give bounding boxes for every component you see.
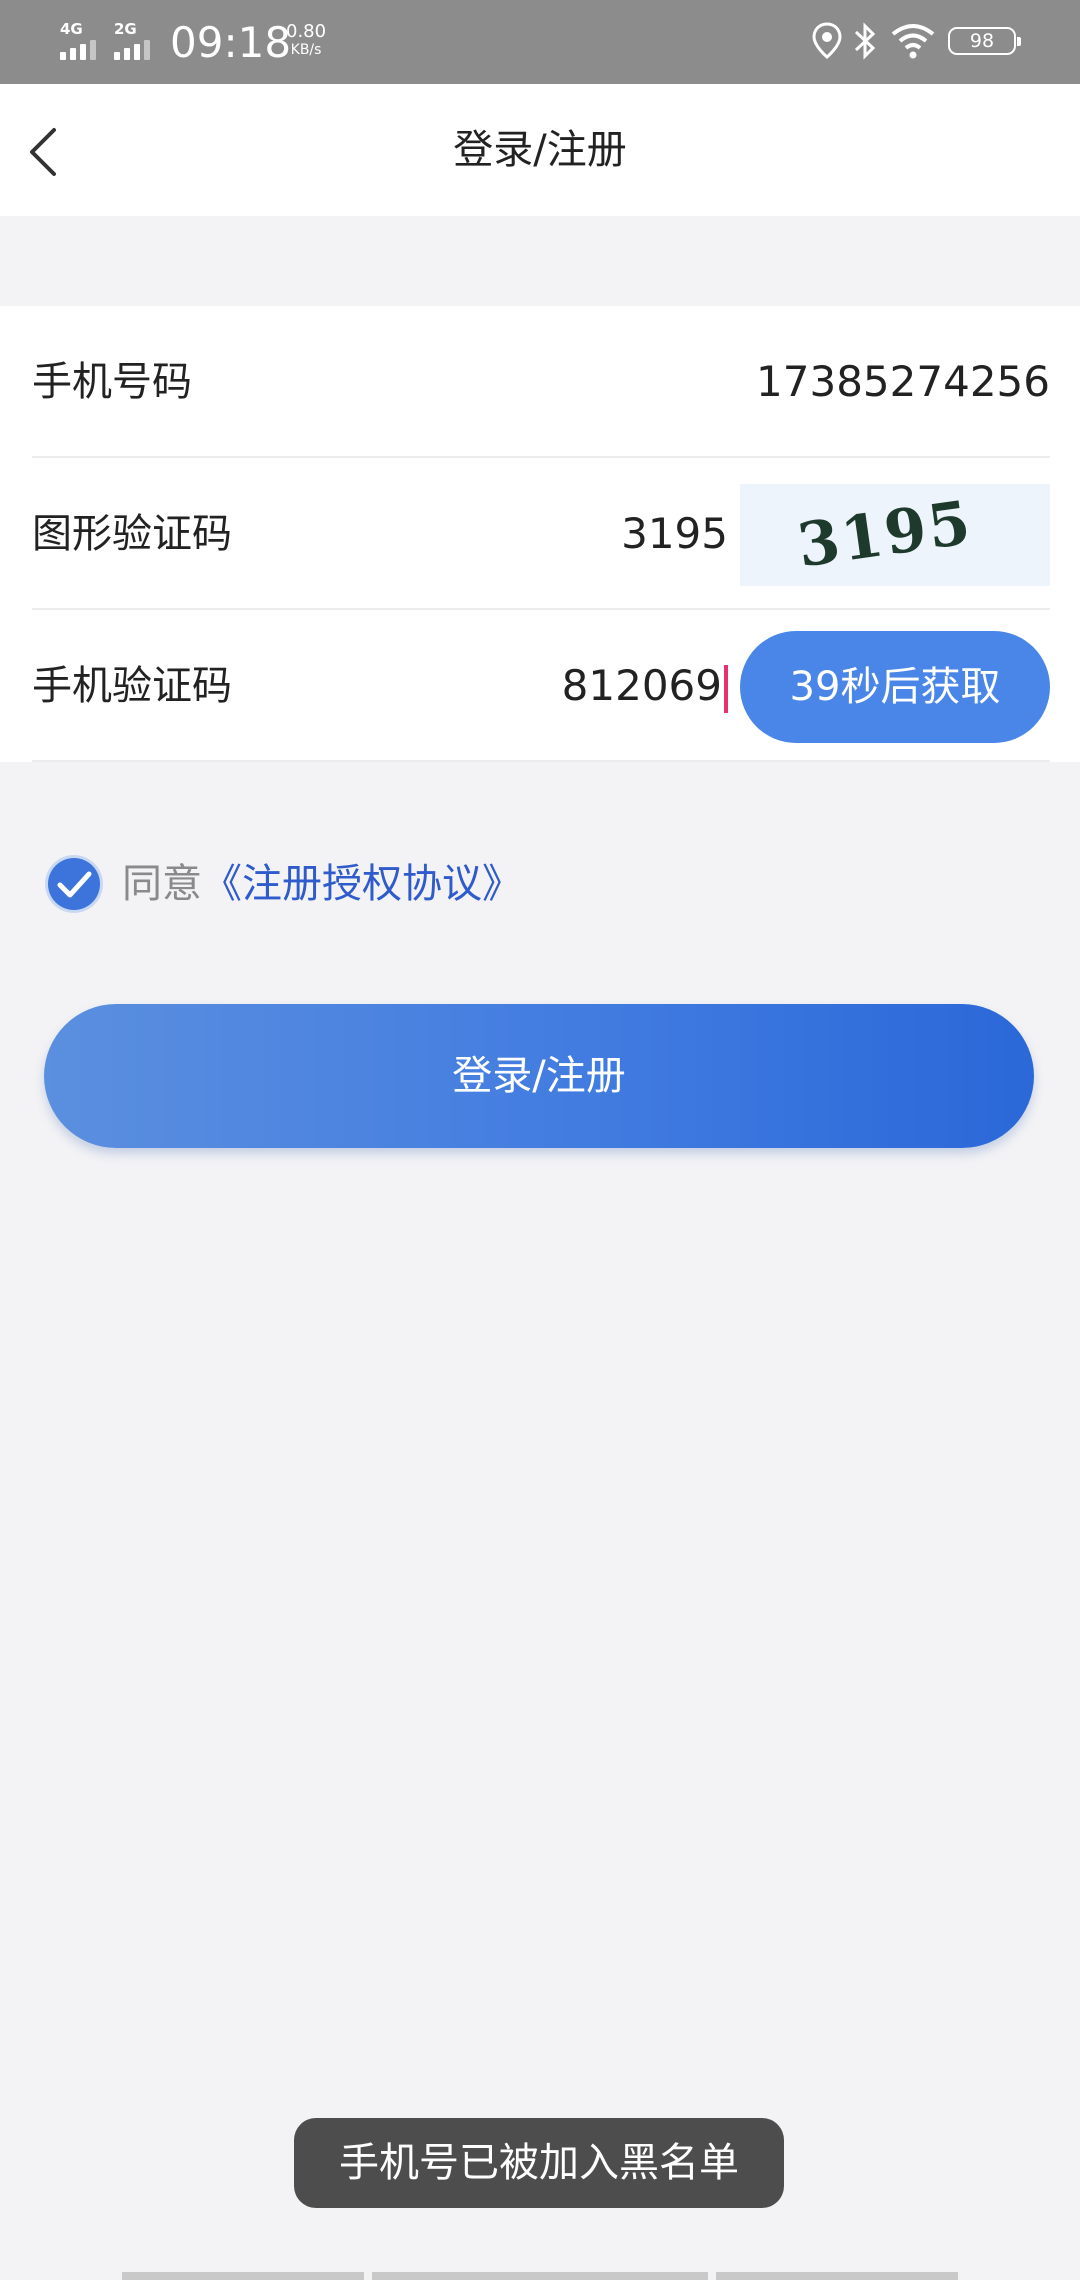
page-title: 登录/注册 xyxy=(453,127,627,173)
status-bar: 4G 2G 09:18 0.80 KB/s 98 xyxy=(0,0,1080,84)
phone-label: 手机号码 xyxy=(32,359,192,405)
speed-value: 0.80 xyxy=(286,21,327,42)
captcha-row: 图形验证码 3195 3195 xyxy=(32,458,1050,610)
divider xyxy=(32,760,1050,762)
sms-code-field[interactable]: 812069 xyxy=(562,610,728,762)
nav-gesture-bar xyxy=(716,2272,958,2280)
phone-row: 手机号码 17385274256 xyxy=(32,306,1050,458)
navigation-bar: 登录/注册 xyxy=(0,84,1080,216)
signal-bars-icon xyxy=(114,40,162,60)
sms-code-row: 手机验证码 812069 39秒后获取 xyxy=(32,610,1050,762)
captcha-image[interactable]: 3195 xyxy=(740,484,1050,586)
agreement-link[interactable]: 《注册授权协议》 xyxy=(202,854,522,914)
captcha-text: 3195 xyxy=(793,488,976,582)
sms-code-input[interactable]: 812069 xyxy=(562,661,722,710)
login-register-button[interactable]: 登录/注册 xyxy=(44,1004,1034,1148)
speed-unit: KB/s xyxy=(290,42,322,58)
bluetooth-icon xyxy=(854,22,876,60)
checkbox-checked-icon[interactable] xyxy=(44,854,104,914)
login-form: 手机号码 17385274256 图形验证码 3195 3195 手机验证码 8… xyxy=(0,306,1080,762)
text-cursor xyxy=(724,664,728,713)
network-type-label: 2G xyxy=(114,20,137,38)
network-speed: 0.80 KB/s xyxy=(286,22,326,60)
captcha-label: 图形验证码 xyxy=(32,511,232,557)
clock: 09:18 xyxy=(170,18,292,67)
signal-bars-icon xyxy=(60,40,108,60)
location-icon xyxy=(812,22,842,59)
toast-message: 手机号已被加入黑名单 xyxy=(294,2118,784,2208)
nav-gesture-bar xyxy=(122,2272,364,2280)
agree-label: 同意 xyxy=(122,861,202,907)
battery-icon: 98 xyxy=(948,27,1021,55)
network-type-label: 4G xyxy=(60,20,83,38)
wifi-icon xyxy=(891,24,935,59)
get-code-countdown-button[interactable]: 39秒后获取 xyxy=(740,631,1050,743)
sms-code-label: 手机验证码 xyxy=(32,663,232,709)
nav-gesture-bar xyxy=(372,2272,708,2280)
captcha-input[interactable]: 3195 xyxy=(621,458,728,610)
back-chevron-icon[interactable] xyxy=(18,112,78,188)
phone-input[interactable]: 17385274256 xyxy=(756,306,1050,458)
